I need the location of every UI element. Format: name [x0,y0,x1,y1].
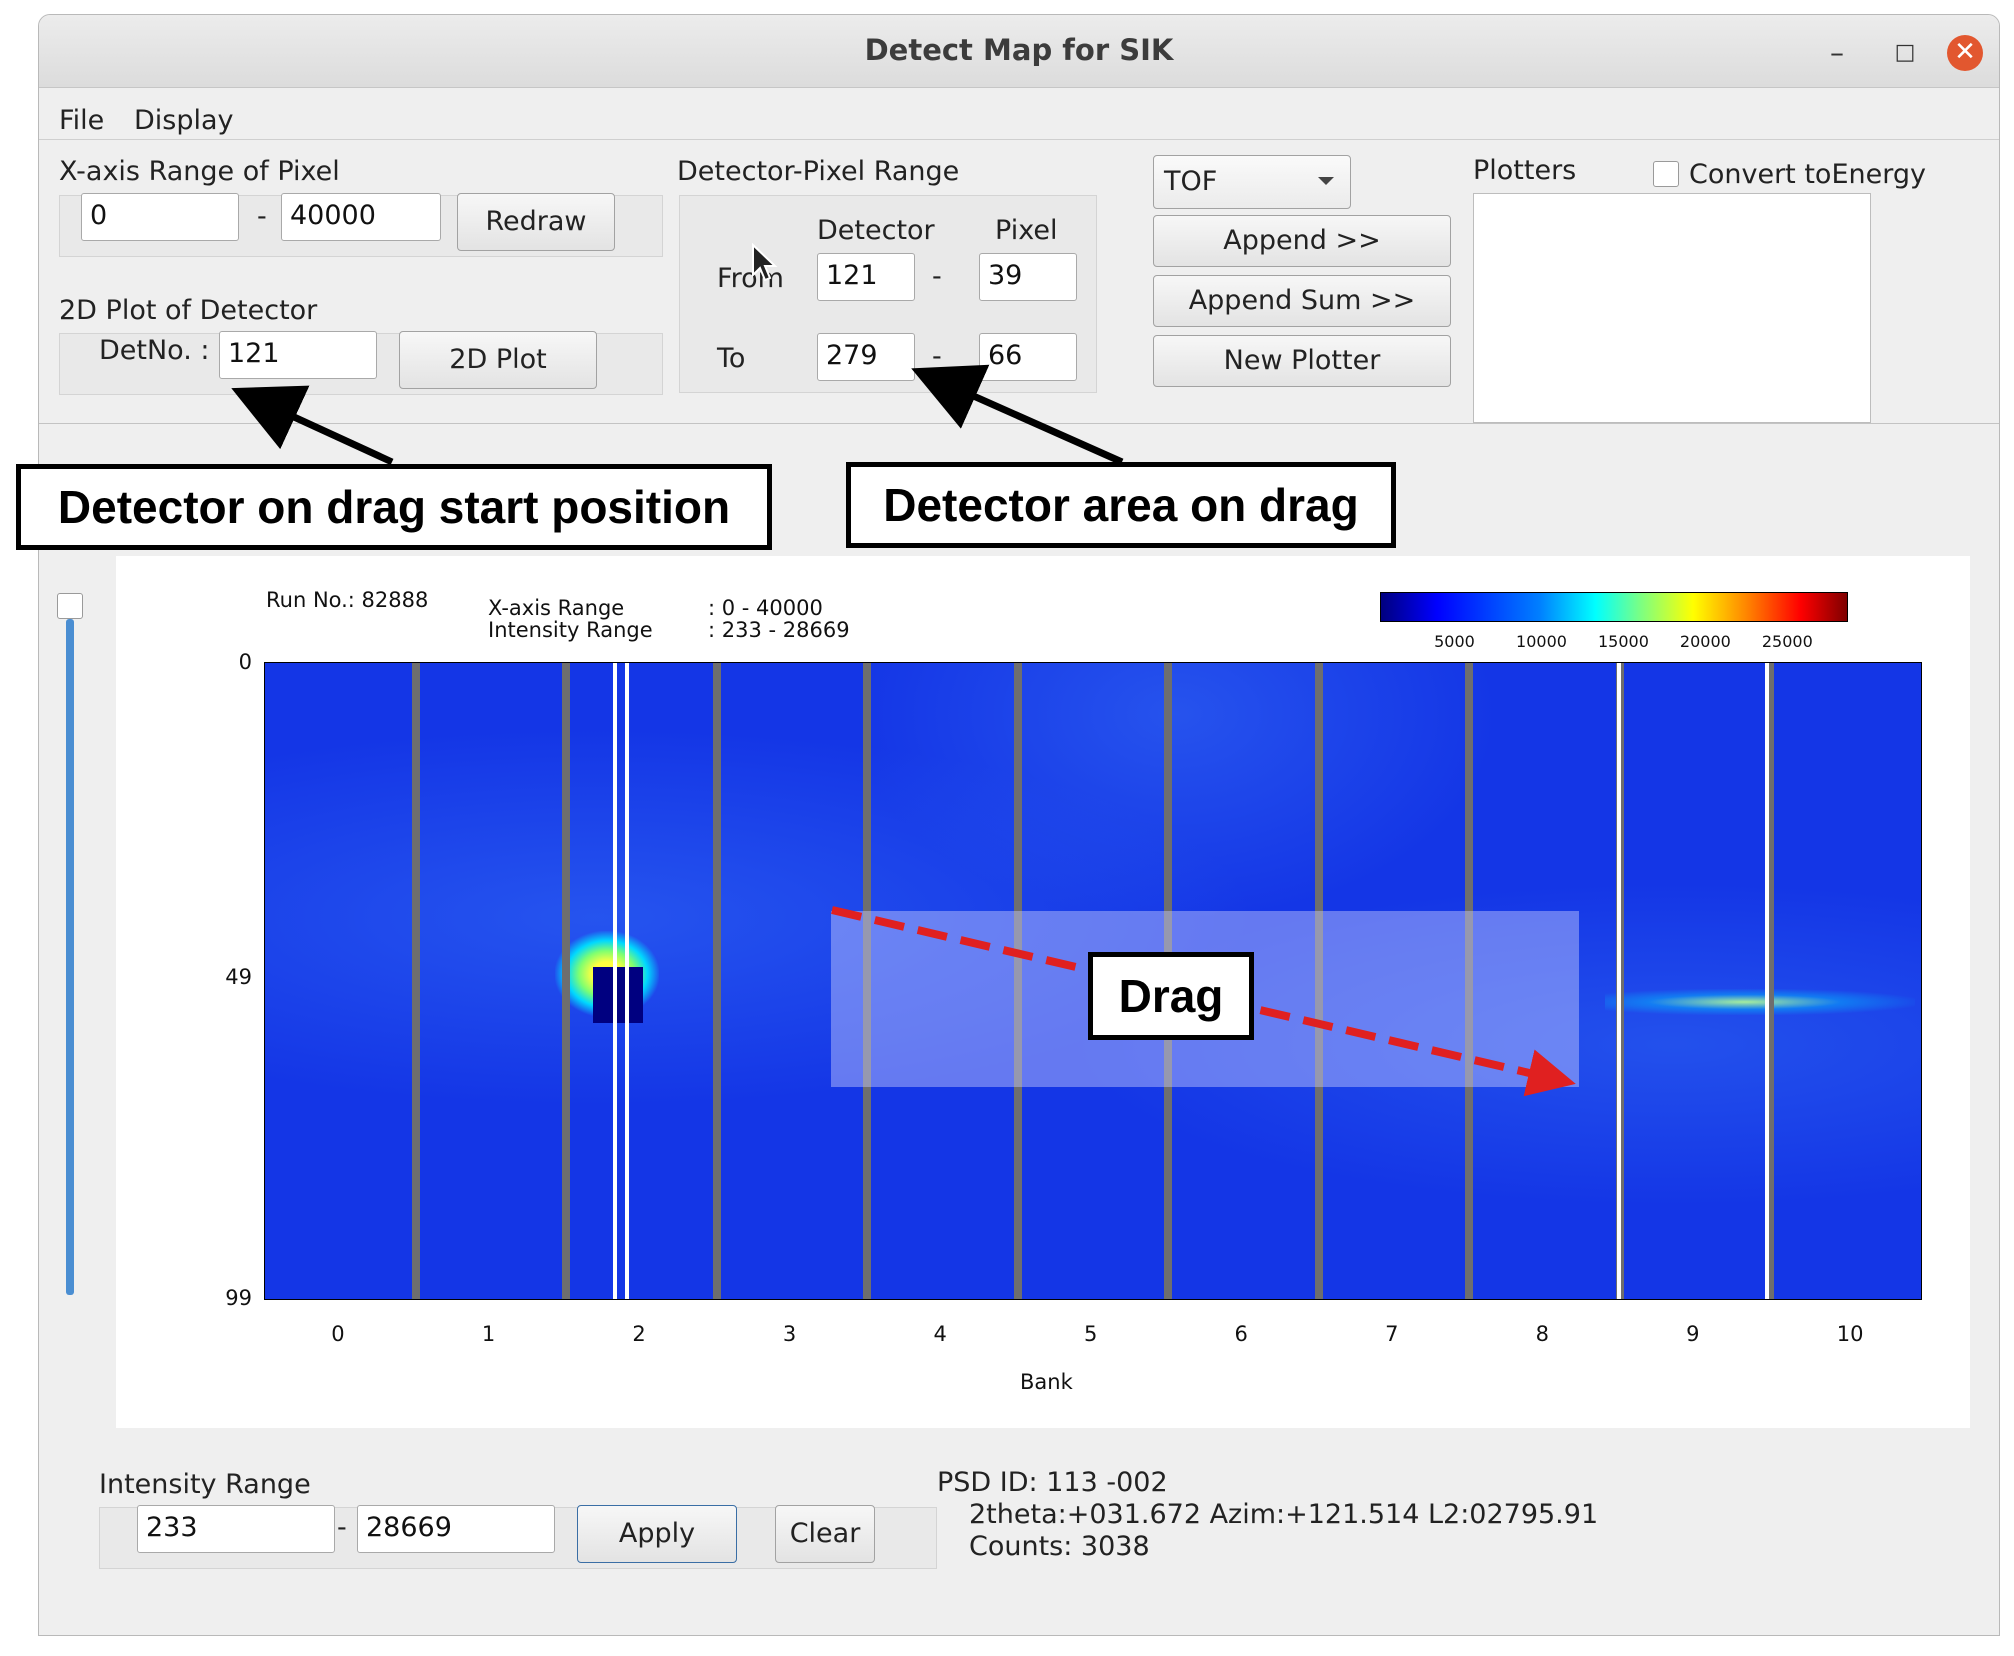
drag-start-arrow [231,385,394,466]
drag-start-callout: Detector on drag start position [16,464,772,550]
annotation-arrows [231,364,1576,1097]
drag-callout: Drag [1088,952,1254,1040]
drag-area-callout: Detector area on drag [846,462,1396,548]
drag-area-arrow [911,364,1124,466]
